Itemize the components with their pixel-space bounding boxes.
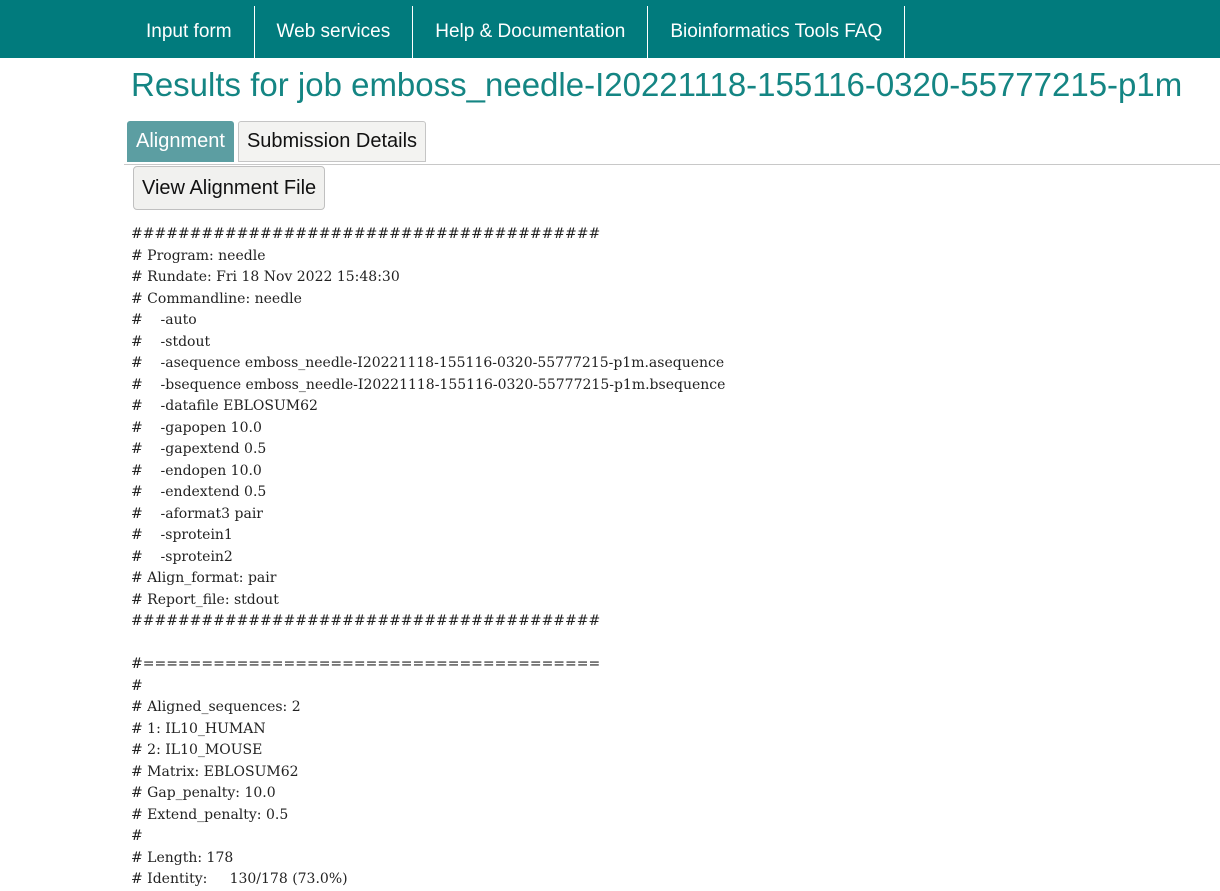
- tab-submission-details[interactable]: Submission Details: [237, 121, 427, 162]
- output-line: # -aformat3 pair: [131, 505, 263, 522]
- output-line: # 2: IL10_MOUSE: [131, 742, 263, 758]
- output-line: # -gapextend 0.5: [131, 441, 267, 457]
- output-line: ########################################: [131, 613, 601, 629]
- output-line: # -asequence emboss_needle-I20221118-155…: [131, 355, 725, 371]
- output-line: # Identity: 130/178 (73.0%): [131, 871, 348, 887]
- output-line: # Length: 178: [131, 849, 234, 866]
- output-line: # -bsequence emboss_needle-I20221118-155…: [131, 376, 726, 393]
- page-title: Results for job emboss_needle-I20221118-…: [131, 66, 1183, 103]
- output-line: # Matrix: EBLOSUM62: [131, 763, 299, 780]
- output-line: # 1: IL10_HUMAN: [131, 720, 266, 737]
- output-line: #=======================================: [131, 656, 601, 672]
- output-line: # Rundate: Fri 18 Nov 2022 15:48:30: [131, 269, 400, 285]
- top-navigation-bar: Input form Web services Help & Documenta…: [0, 0, 1220, 58]
- output-line: # Program: needle: [131, 247, 266, 264]
- nav-item-bioinformatics-faq[interactable]: Bioinformatics Tools FAQ: [648, 6, 906, 58]
- output-line: # -sprotein1: [131, 527, 233, 543]
- output-line: # -datafile EBLOSUM62: [131, 398, 318, 414]
- output-line: # Report_file: stdout: [131, 591, 279, 608]
- output-line: # Extend_penalty: 0.5: [131, 806, 289, 823]
- output-line: # -gapopen 10.0: [131, 419, 262, 436]
- output-line: # Align_format: pair: [131, 570, 277, 586]
- output-line: # Aligned_sequences: 2: [131, 699, 301, 715]
- output-line: # Gap_penalty: 10.0: [131, 785, 276, 801]
- output-line: # -stdout: [131, 333, 211, 350]
- output-line: # -auto: [131, 312, 197, 328]
- nav-item-web-services[interactable]: Web services: [255, 6, 414, 58]
- tab-alignment[interactable]: Alignment: [127, 121, 234, 162]
- output-line: ########################################: [131, 226, 601, 242]
- nav-menu: Input form Web services Help & Documenta…: [124, 6, 906, 58]
- output-line: #: [131, 828, 143, 844]
- output-line: #: [131, 677, 143, 694]
- nav-item-input-form[interactable]: Input form: [124, 6, 255, 58]
- output-line: # Commandline: needle: [131, 290, 302, 307]
- nav-item-help-documentation[interactable]: Help & Documentation: [413, 6, 649, 58]
- output-line: # -endextend 0.5: [131, 484, 267, 500]
- output-line: # -sprotein2: [131, 548, 233, 565]
- view-alignment-file-button[interactable]: View Alignment File: [133, 166, 326, 210]
- alignment-output-text: ########################################…: [131, 224, 725, 891]
- output-line: # -endopen 10.0: [131, 462, 262, 479]
- result-tabs: Alignment Submission Details: [127, 121, 427, 162]
- tab-divider: [124, 164, 1220, 165]
